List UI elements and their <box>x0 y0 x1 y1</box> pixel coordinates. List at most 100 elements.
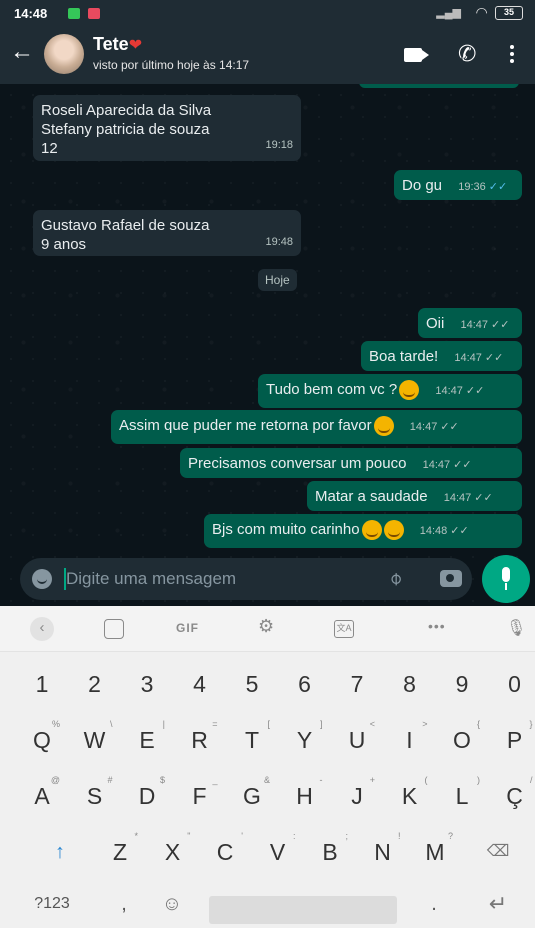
date-divider: Hoje <box>258 269 297 291</box>
key-8[interactable]: 8 <box>384 657 436 711</box>
message-outgoing[interactable]: Do gu 19:36 ✓✓ <box>394 170 522 200</box>
key-f[interactable]: F _ <box>174 769 226 823</box>
contact-name[interactable]: Tete❤ <box>93 34 142 55</box>
key-1[interactable]: 1 <box>16 657 68 711</box>
key-a[interactable]: A @ <box>16 769 68 823</box>
key-6[interactable]: 6 <box>279 657 331 711</box>
key-label: 0 <box>508 671 521 697</box>
key-y[interactable]: Y] <box>279 713 331 767</box>
key-c[interactable]: C ' <box>199 825 251 879</box>
key-r[interactable]: R = <box>174 713 226 767</box>
key-secondary-symbol: & <box>263 775 270 785</box>
key-secondary-symbol: * <box>134 831 138 841</box>
key-j[interactable]: J + <box>331 769 383 823</box>
backspace-key[interactable]: ⌫ <box>472 825 524 879</box>
avatar[interactable] <box>44 34 84 74</box>
key-k[interactable]: K( <box>384 769 436 823</box>
more-options-button[interactable]: ••• <box>428 618 446 634</box>
enter-key[interactable]: ↵ <box>472 877 524 928</box>
message-input[interactable]: Digite uma mensagem ⌀ <box>20 558 472 600</box>
key-secondary-symbol: : <box>292 831 296 841</box>
key-ç[interactable]: Ç / <box>489 769 535 823</box>
delivered-receipt-icon: ✓✓ <box>474 492 493 504</box>
period-key[interactable]: . <box>408 877 460 928</box>
message-outgoing[interactable]: Boa tarde! 14:47 ✓✓ <box>361 341 522 371</box>
message-incoming[interactable]: Roseli Aparecida da Silva Stefany patric… <box>33 95 301 161</box>
key-label: 6 <box>298 671 311 697</box>
key-label: P <box>506 727 523 753</box>
key-n[interactable]: N! <box>357 825 409 879</box>
key-v[interactable]: V: <box>252 825 304 879</box>
key-0[interactable]: 0 <box>489 657 535 711</box>
key-label: 3 <box>140 671 154 697</box>
key-l[interactable]: L) <box>436 769 488 823</box>
message-placeholder: Digite uma mensagem <box>66 569 237 588</box>
key-4[interactable]: 4 <box>174 657 226 711</box>
symbols-key[interactable]: ?123 <box>22 877 82 928</box>
bottom-row: ?123 , ☺ . ↵ <box>0 877 535 928</box>
key-label: A <box>34 783 50 809</box>
sticker-icon[interactable] <box>104 619 124 639</box>
key-secondary-symbol: / <box>529 775 533 785</box>
voice-input-icon[interactable]: 🎙 <box>506 618 526 638</box>
key-secondary-symbol: [ <box>267 719 270 729</box>
collapse-arrow-icon[interactable]: ‹ <box>30 617 54 641</box>
emoji-key-icon[interactable]: ☺ <box>146 877 198 928</box>
key-7[interactable]: 7 <box>331 657 383 711</box>
message-time: 19:18 <box>265 139 293 151</box>
message-time: 19:36 <box>458 181 486 193</box>
attachment-icon[interactable]: ⌀ <box>384 567 407 590</box>
key-d[interactable]: D $ <box>121 769 173 823</box>
message-outgoing[interactable]: Oii 14:47 ✓✓ <box>418 308 522 338</box>
key-h[interactable]: H- <box>279 769 331 823</box>
letter-row-1: Q% W \ E | R = T[Y] U < I > O{P} <box>0 713 535 767</box>
key-z[interactable]: Z * <box>94 825 146 879</box>
shift-key[interactable]: ↑ <box>34 825 86 879</box>
message-outgoing[interactable]: Precisamos conversar um pouco 14:47 ✓✓ <box>180 448 522 478</box>
message-text: 9 anos <box>41 236 87 253</box>
message-outgoing[interactable]: Tudo bem com vc ? 14:47 ✓✓ <box>258 374 522 408</box>
gif-button[interactable]: GIF <box>176 621 199 635</box>
key-q[interactable]: Q% <box>16 713 68 767</box>
message-outgoing[interactable]: Bjs com muito carinho 14:48 ✓✓ <box>204 514 522 548</box>
key-secondary-symbol: > <box>422 719 428 729</box>
key-secondary-symbol: ' <box>241 831 243 841</box>
key-5[interactable]: 5 <box>226 657 278 711</box>
key-i[interactable]: I > <box>384 713 436 767</box>
key-2[interactable]: 2 <box>69 657 121 711</box>
key-label: G <box>243 783 261 809</box>
message-outgoing[interactable]: Matar a saudade 14:47 ✓✓ <box>307 481 522 511</box>
message-time: 14:47 <box>443 492 472 504</box>
key-e[interactable]: E | <box>121 713 173 767</box>
key-o[interactable]: O{ <box>436 713 488 767</box>
translate-icon[interactable]: 文A <box>334 620 354 638</box>
message-time: 14:47 <box>435 385 463 397</box>
camera-icon[interactable] <box>440 570 462 587</box>
more-options-icon[interactable] <box>505 42 519 66</box>
key-p[interactable]: P} <box>489 713 535 767</box>
video-call-icon[interactable] <box>404 48 429 62</box>
key-secondary-symbol: ? <box>447 831 453 841</box>
message-outgoing[interactable]: Assim que puder me retorna por favor 14:… <box>111 410 522 444</box>
key-t[interactable]: T[ <box>226 713 278 767</box>
comma-key[interactable]: , <box>98 877 150 928</box>
space-bar[interactable] <box>209 896 397 924</box>
key-9[interactable]: 9 <box>436 657 488 711</box>
message-incoming[interactable]: Gustavo Rafael de souza 9 anos 19:48 <box>33 210 301 256</box>
key-m[interactable]: M? <box>409 825 461 879</box>
key-b[interactable]: B; <box>304 825 356 879</box>
key-g[interactable]: G & <box>226 769 278 823</box>
key-u[interactable]: U < <box>331 713 383 767</box>
key-label: O <box>453 727 471 753</box>
key-s[interactable]: S # <box>69 769 121 823</box>
voice-call-icon[interactable]: ✆ <box>458 41 476 67</box>
emoji-picker-icon[interactable] <box>32 569 52 589</box>
key-3[interactable]: 3 <box>121 657 173 711</box>
voice-message-button[interactable] <box>482 555 530 603</box>
message-list[interactable]: Roseli Aparecida da Silva Stefany patric… <box>0 84 535 606</box>
message-time: 14:48 <box>419 525 448 537</box>
settings-gear-icon[interactable]: ⚙ <box>258 616 274 637</box>
key-x[interactable]: X " <box>147 825 199 879</box>
back-arrow-icon[interactable]: ← <box>10 40 34 64</box>
key-w[interactable]: W \ <box>69 713 121 767</box>
